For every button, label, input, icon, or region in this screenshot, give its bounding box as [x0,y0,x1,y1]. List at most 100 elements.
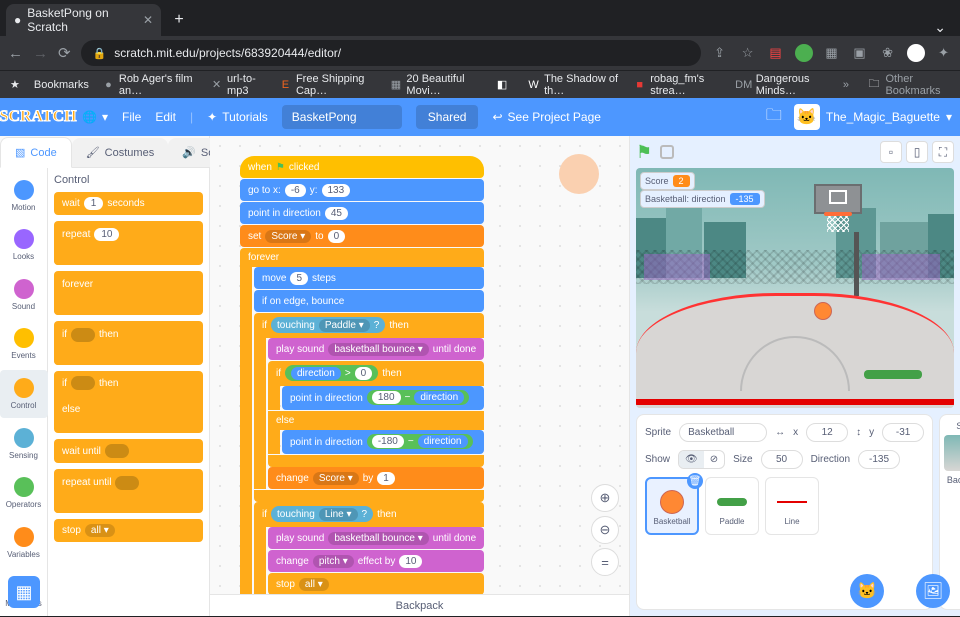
zoom-in-button[interactable]: ⊕ [591,484,619,512]
forward-button[interactable]: → [33,45,48,62]
add-extension-button[interactable]: ▦ [8,576,40,608]
block-if-else[interactable]: ifthen else [54,371,203,433]
paddle-sprite [864,370,922,379]
stage-small-button[interactable]: ▫ [880,141,902,163]
file-menu[interactable]: File [122,110,141,124]
zoom-out-button[interactable]: ⊖ [591,516,619,544]
zoom-reset-button[interactable]: = [591,548,619,576]
block-if[interactable]: if touching Line ▾ ? then [254,502,484,527]
bookmark-item[interactable]: DMDangerous Minds… [737,73,829,97]
block-forever[interactable]: forever [240,248,484,267]
bookmark-item[interactable]: ▦20 Beautiful Movi… [390,73,481,97]
star-icon[interactable]: ☆ [739,44,757,62]
green-flag-button[interactable]: ⚑ [636,142,652,163]
ext-icon[interactable]: ✦ [935,44,953,62]
block-point-direction[interactable]: point in direction45 [240,202,484,224]
block-if[interactable]: if touching Paddle ▾ ? then [254,313,484,338]
fullscreen-button[interactable]: ⛶ [932,141,954,163]
show-hide-toggle[interactable]: 👁 ⊘ [678,450,725,469]
bookmark-item[interactable]: ■robag_fm's strea… [634,73,722,97]
sprite-size-input[interactable]: 50 [761,450,803,469]
add-backdrop-button[interactable]: 🖼 [916,574,950,608]
block-point-direction[interactable]: point in direction180 − direction [282,386,484,410]
ext-icon[interactable]: ▤ [767,44,785,62]
block-play-sound[interactable]: play soundbasketball bounce ▾until done [268,338,484,360]
sprite-y-input[interactable]: -31 [882,423,924,442]
see-project-page[interactable]: ↩See Project Page [492,110,600,124]
address-bar[interactable]: 🔒 scratch.mit.edu/projects/683920444/edi… [81,40,701,66]
ext-icon[interactable]: ▦ [823,44,841,62]
stage[interactable]: Score2 Basketball: direction-135 [636,168,954,408]
block-else[interactable]: else [268,411,484,430]
block-point-direction[interactable]: point in direction-180 − direction [282,430,484,454]
ext-icon[interactable] [907,44,925,62]
account-menu[interactable]: 🐱 The_Magic_Baguette ▾ [794,104,952,130]
block-when-flag-clicked[interactable]: when ⚑ clicked [240,156,484,178]
variable-monitor-direction[interactable]: Basketball: direction-135 [640,190,765,208]
sprite-tile-line[interactable]: Line [765,477,819,535]
tutorials-button[interactable]: ✦Tutorials [207,110,268,124]
block-bounce[interactable]: if on edge, bounce [254,290,484,312]
bookmark-item[interactable]: ◧ [495,73,514,97]
bookmark-item[interactable]: ●Rob Ager's film an… [103,73,197,97]
share-icon[interactable]: ⇪ [711,44,729,62]
browser-tab[interactable]: ● BasketPong on Scratch ✕ [6,4,161,36]
tab-costumes[interactable]: 🖌Costumes [72,138,169,167]
script-stack[interactable]: when ⚑ clicked go to x:-6 y:133 point in… [240,156,484,596]
project-title-input[interactable]: BasketPong [282,105,402,129]
block-set-variable[interactable]: set Score ▾ to 0 [240,225,484,247]
block-stop[interactable]: stop all ▾ [54,519,203,542]
bookmark-item[interactable]: WThe Shadow of th… [528,73,620,97]
block-move-steps[interactable]: move5steps [254,267,484,289]
my-stuff-icon[interactable]: 🗀 [766,104,782,131]
sprite-direction-input[interactable]: -135 [858,450,900,469]
backpack-panel[interactable]: Backpack [210,594,629,616]
block-forever[interactable]: forever [54,271,203,315]
sprite-tile-paddle[interactable]: Paddle [705,477,759,535]
block-play-sound[interactable]: play soundbasketball bounce ▾until done [268,527,484,549]
stop-button[interactable] [660,145,674,159]
edit-menu[interactable]: Edit [155,110,176,124]
add-sprite-button[interactable]: 🐱 [850,574,884,608]
category-sensing[interactable]: Sensing [0,420,48,468]
category-control[interactable]: Control [0,370,48,418]
category-sound[interactable]: Sound [0,271,48,319]
scratch-logo[interactable]: SCRATCH [8,104,68,130]
stage-large-button[interactable]: ▯ [906,141,928,163]
sprite-x-input[interactable]: 12 [806,423,848,442]
tab-overflow-button[interactable]: ⌄ [920,19,960,36]
sprite-name-input[interactable]: Basketball [679,423,767,442]
block-change-effect[interactable]: changepitch ▾effect by10 [268,550,484,572]
block-if-then[interactable]: if then [54,321,203,365]
block-stop[interactable]: stopall ▾ [268,573,484,595]
ext-icon[interactable]: ▣ [851,44,869,62]
category-variables[interactable]: Variables [0,519,48,567]
sprite-tile-basketball[interactable]: 🗑Basketball [645,477,699,535]
new-tab-button[interactable]: + [165,6,193,34]
close-icon[interactable]: ✕ [143,13,153,27]
block-wait-until[interactable]: wait until [54,439,203,463]
category-events[interactable]: Events [0,321,48,369]
block-repeat[interactable]: repeat 10 [54,221,203,265]
other-bookmarks[interactable]: » 🗀 Other Bookmarks [843,73,950,97]
script-workspace[interactable]: when ⚑ clicked go to x:-6 y:133 point in… [210,136,630,616]
bookmark-item[interactable]: EFree Shipping Cap… [280,73,376,97]
block-repeat-until[interactable]: repeat until [54,469,203,513]
reload-button[interactable]: ⟳ [58,44,71,62]
share-button[interactable]: Shared [416,105,479,129]
tab-code[interactable]: ▧Code [0,137,72,168]
block-if[interactable]: if direction > 0 then [268,361,484,386]
delete-sprite-icon[interactable]: 🗑 [687,473,703,489]
category-operators[interactable]: Operators [0,469,48,517]
variable-monitor-score[interactable]: Score2 [640,172,695,190]
language-menu[interactable]: 🌐▾ [82,110,108,124]
block-goto-xy[interactable]: go to x:-6 y:133 [240,179,484,201]
ext-icon[interactable] [795,44,813,62]
bookmark-item[interactable]: ✕url-to-mp3 [211,73,266,97]
category-motion[interactable]: Motion [0,172,48,220]
back-button[interactable]: ← [8,45,23,62]
block-change-variable[interactable]: changeScore ▾by1 [268,467,484,489]
block-wait[interactable]: wait 1 seconds [54,192,203,215]
ext-icon[interactable]: ❀ [879,44,897,62]
category-looks[interactable]: Looks [0,222,48,270]
